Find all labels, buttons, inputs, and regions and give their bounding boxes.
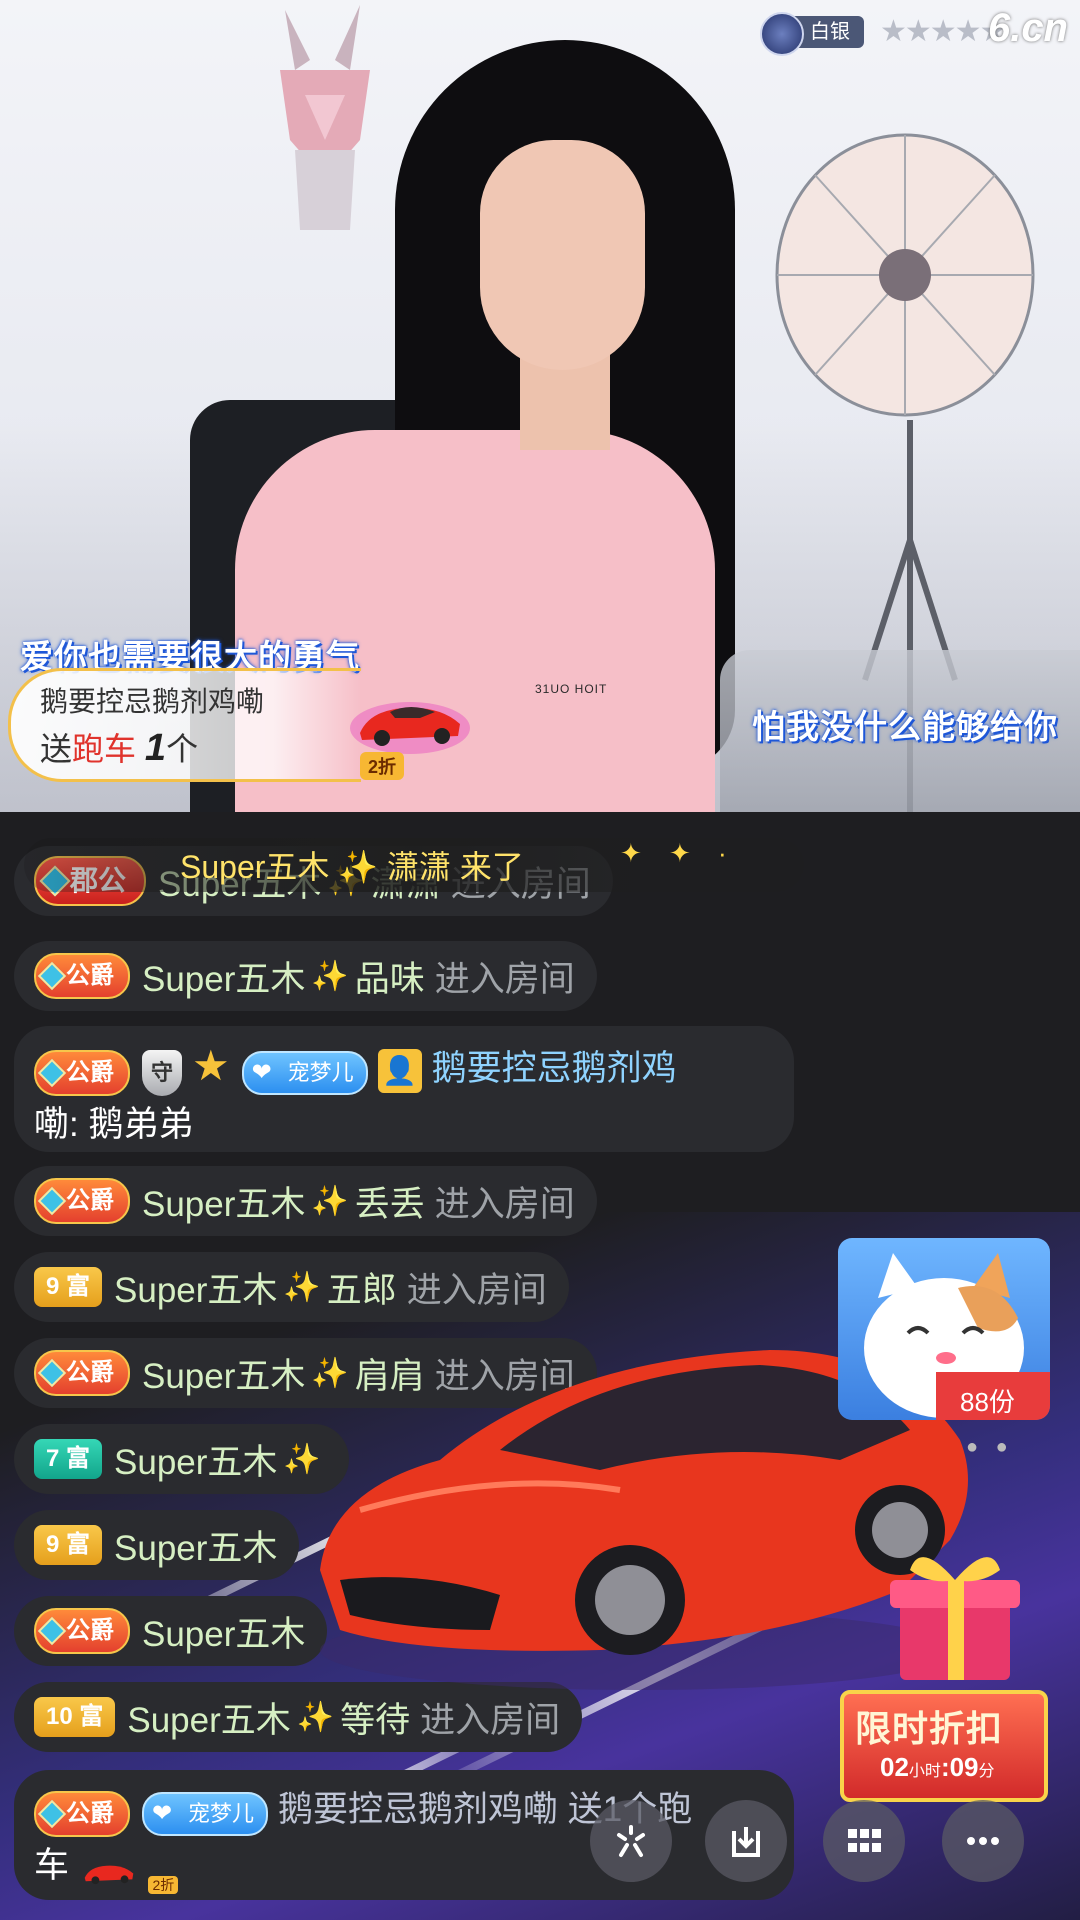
chat-message[interactable]: 公爵宠梦儿鹅要控忌鹅剂鸡嘞 送1个跑 车 2折: [14, 1770, 794, 1900]
more-icon: [967, 1837, 999, 1845]
message-user[interactable]: Super五木: [142, 1176, 305, 1227]
sparkle-icon: ✨: [296, 1700, 335, 1734]
apps-menu-button[interactable]: [823, 1800, 905, 1882]
message-user[interactable]: Super五木: [127, 1692, 290, 1743]
message-name: 品味: [354, 959, 425, 999]
promo-price: 88份: [960, 1387, 1015, 1417]
message-name: 丢丢: [354, 1184, 425, 1224]
user-avatar-icon: 👤: [377, 1049, 422, 1093]
sports-car-gift-icon: [79, 1851, 139, 1885]
message-action: 进入房间: [406, 1270, 547, 1310]
message-text: 车: [34, 1846, 70, 1885]
message-user[interactable]: Super五木: [114, 1262, 277, 1313]
gift-box-icon: [890, 1557, 1020, 1680]
lyric-line-right: 怕我没什么能够给你: [752, 708, 1058, 745]
share-icon: [617, 1825, 645, 1857]
noble-badge: 公爵: [34, 1791, 130, 1837]
carousel-dots: ● ●: [966, 1436, 1014, 1458]
chat-message[interactable]: 公爵 Super五木 ✨ 丢丢 进入房间: [14, 1166, 597, 1236]
download-icon: [732, 1827, 760, 1857]
sports-car-gift-icon: [350, 702, 470, 754]
streamer-face: [480, 140, 645, 370]
rank-shield-icon: [760, 12, 804, 56]
wealth-badge: 10 富: [34, 1697, 116, 1737]
sparkle-icon: ✨: [283, 1270, 321, 1304]
wealth-badge: 9 富: [34, 1267, 103, 1307]
message-user[interactable]: 鹅要控忌鹅剂鸡嘞: [278, 1790, 558, 1829]
chat-message[interactable]: 7 富 Super五木 ✨: [14, 1424, 349, 1494]
sparkle-icon: ✨: [311, 1184, 349, 1218]
message-user[interactable]: Super五木: [142, 1606, 305, 1657]
wealth-badge: 9 富: [34, 1525, 103, 1565]
noble-badge: 公爵: [34, 1050, 130, 1096]
discount-tag: 2折: [360, 752, 405, 780]
noble-badge: 公爵: [34, 1350, 130, 1396]
sparkle-effect-icon: ✦ ✦ ·: [620, 838, 737, 868]
gift-name: 跑车: [72, 731, 137, 767]
grid-menu-icon: [848, 1829, 881, 1852]
noble-badge: 公爵: [34, 1608, 130, 1654]
download-button[interactable]: [705, 1800, 787, 1882]
chat-message[interactable]: 公爵 Super五木 ✨ 品味 进入房间: [14, 941, 597, 1011]
chat-message[interactable]: 公爵 Super五木: [14, 1596, 328, 1666]
rank-stars: ★★★★★: [880, 15, 1006, 48]
pet-badge: 宠梦儿: [241, 1051, 368, 1095]
gift-sender-name: 鹅要控忌鹅剂鸡嘞: [40, 686, 265, 717]
sale-countdown: 02小时:09分: [880, 1752, 995, 1782]
guard-shield-icon: 守: [142, 1050, 182, 1096]
vip-entry-text: Super五木 ✨ 潇潇 来了: [180, 849, 524, 885]
message-user[interactable]: 鹅要控忌鹅剂鸡: [432, 1049, 677, 1088]
share-button[interactable]: [590, 1800, 672, 1882]
wealth-badge: 7 富: [34, 1439, 103, 1479]
message-text: 嘞: 鹅弟弟: [34, 1105, 194, 1144]
shirt-print: 31UO HOIT: [535, 682, 608, 696]
message-user[interactable]: Super五木: [142, 1348, 305, 1399]
site-logo: 6.cn: [987, 6, 1068, 50]
sale-title: 限时折扣: [855, 1708, 1004, 1749]
gift-count: 1: [144, 727, 167, 769]
message-user[interactable]: Super五木: [142, 951, 305, 1002]
star-level-icon: ★: [192, 1042, 230, 1089]
chat-message[interactable]: 9 富 Super五木 ✨ 五郎 进入房间: [14, 1252, 569, 1322]
message-action: 进入房间: [434, 1184, 575, 1224]
gift-unit: 个: [166, 731, 199, 767]
message-action: 进入房间: [434, 959, 575, 999]
gift-action: 送: [40, 731, 73, 767]
discount-tag: 2折: [148, 1876, 179, 1894]
message-name: 五郎: [326, 1270, 397, 1310]
live-video[interactable]: 31UO HOIT 爱你也需要很大的勇气 怕我没什么能够给你 鹅要控忌鹅剂鸡嘞 …: [0, 0, 1080, 812]
noble-badge: 公爵: [34, 953, 130, 999]
message-user[interactable]: Super五木: [114, 1434, 277, 1485]
gift-description: 送跑车 1个: [40, 724, 198, 770]
message-user[interactable]: Super五木: [114, 1520, 277, 1571]
deer-head-decoration: [280, 5, 370, 230]
sparkle-icon: ✨: [311, 959, 349, 993]
pet-badge: 宠梦儿: [142, 1792, 269, 1836]
chat-message[interactable]: 9 富 Super五木: [14, 1510, 300, 1580]
ring-light-icon: [775, 133, 1035, 417]
more-button[interactable]: [942, 1800, 1024, 1882]
chat-message[interactable]: 公爵守★宠梦儿👤 鹅要控忌鹅剂鸡 嘞: 鹅弟弟: [14, 1026, 794, 1152]
noble-badge: 公爵: [34, 1178, 130, 1224]
